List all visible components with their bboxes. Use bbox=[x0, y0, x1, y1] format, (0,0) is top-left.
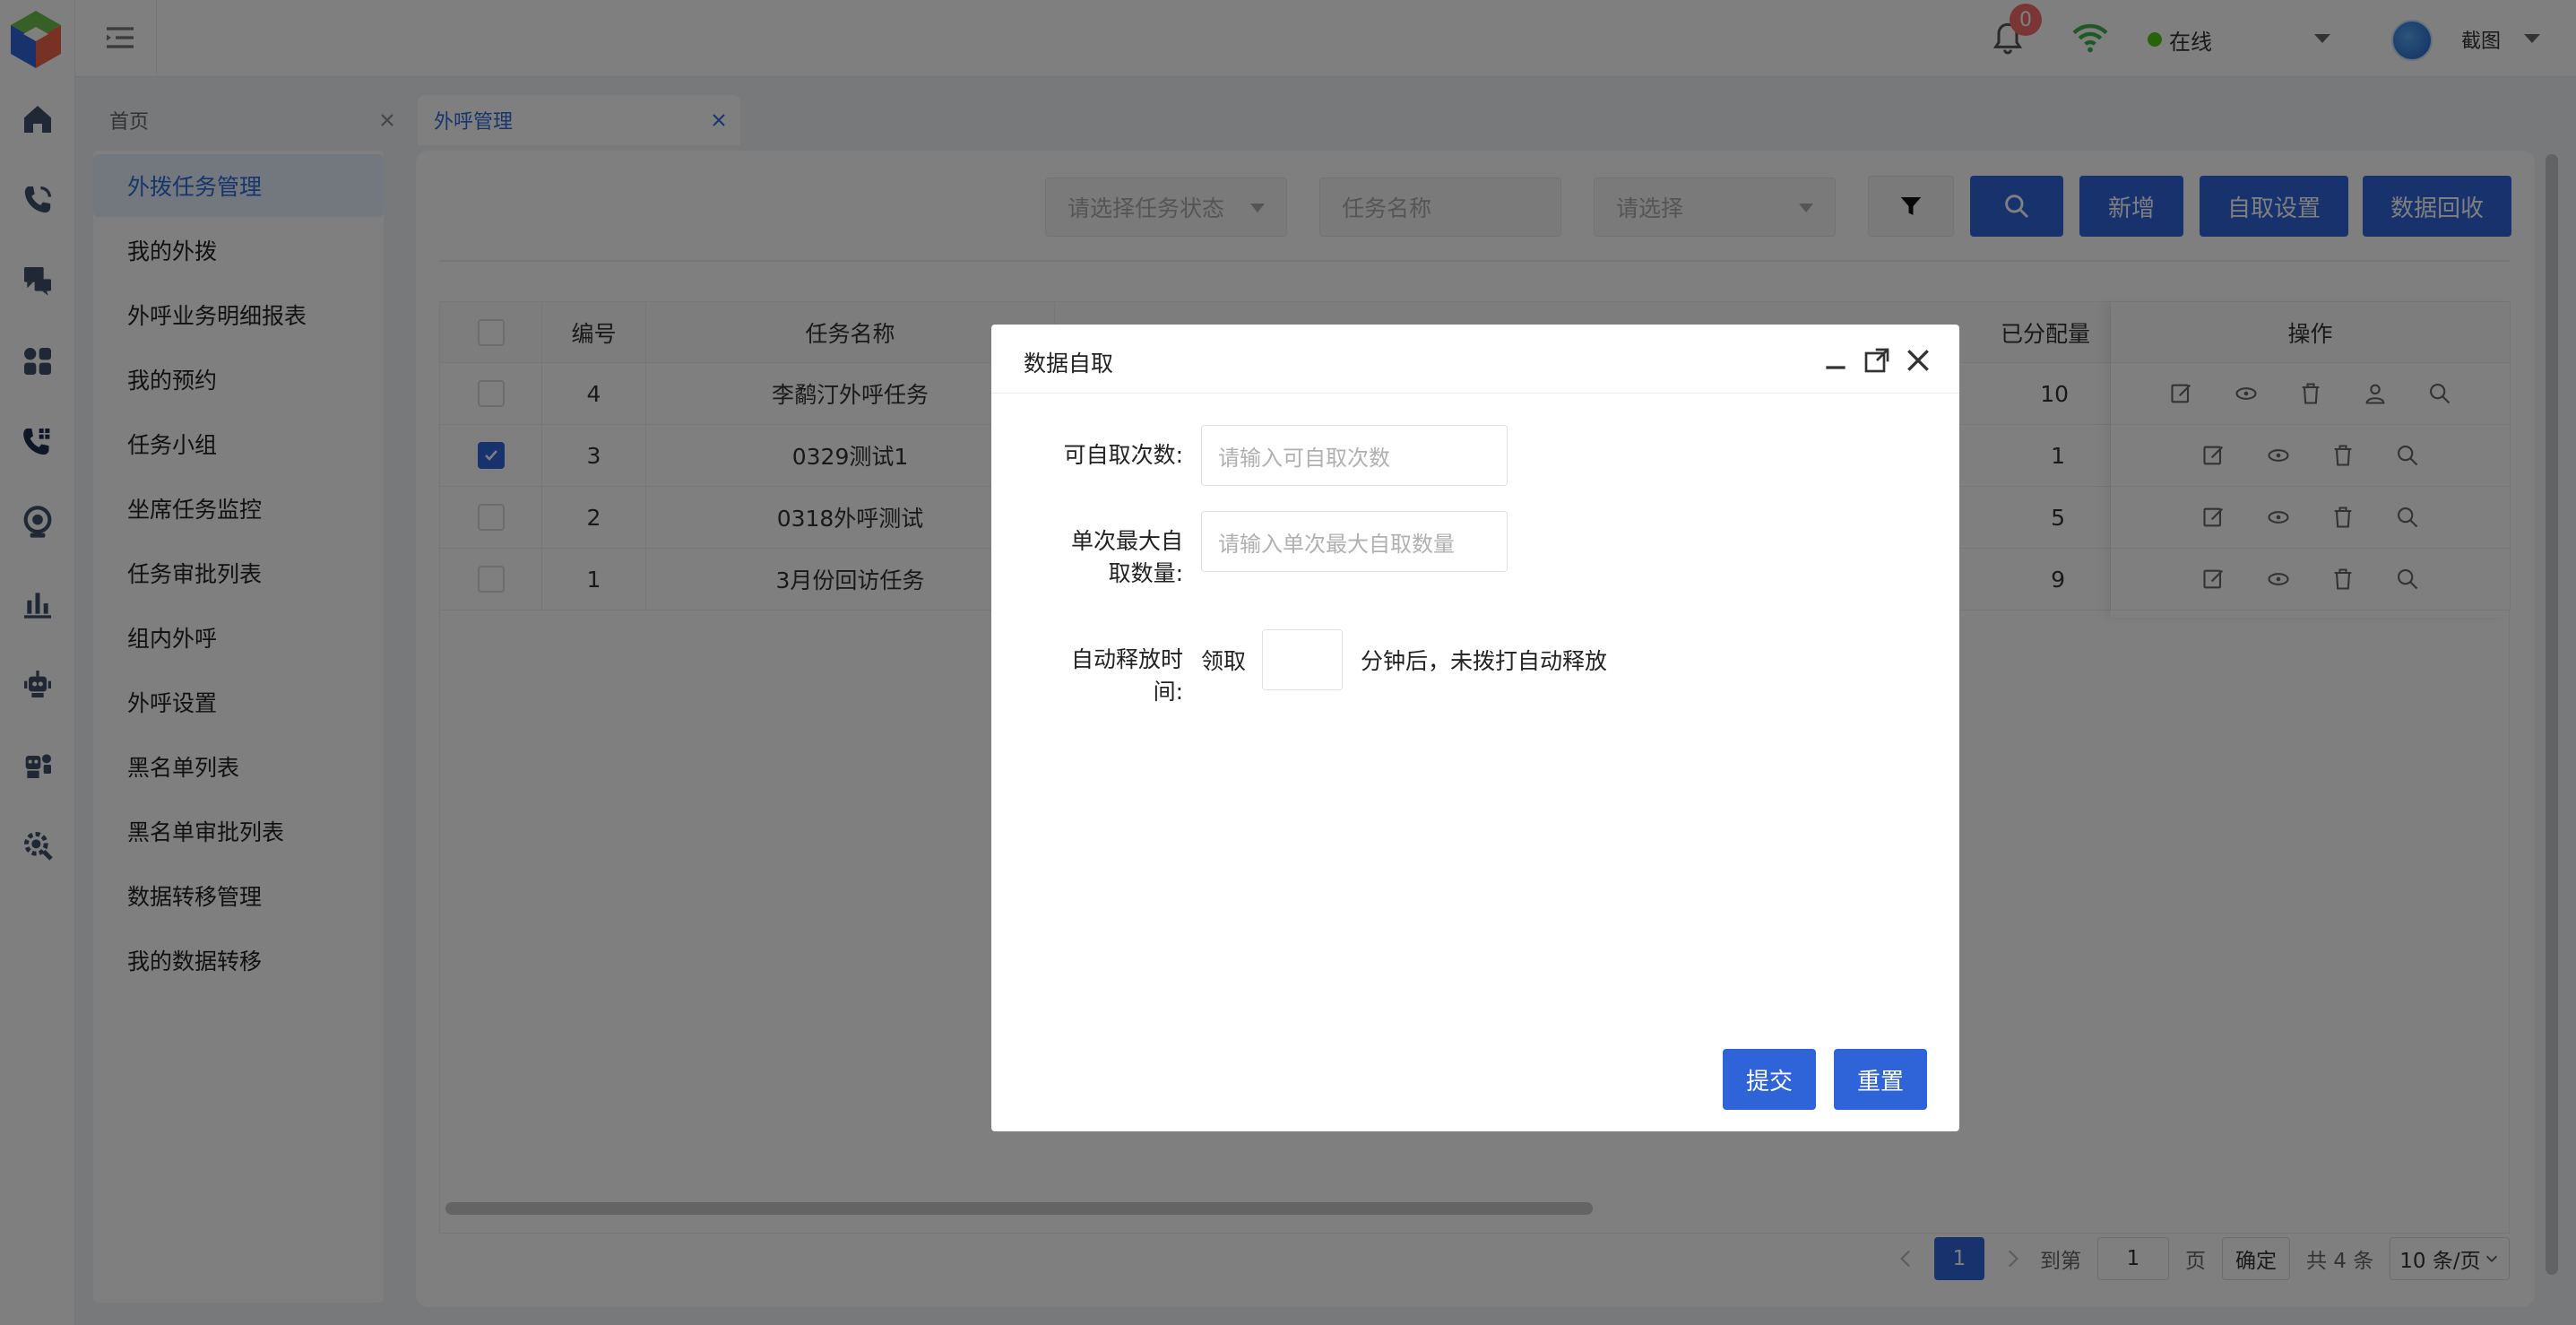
release-prefix: 领取 bbox=[1201, 648, 1247, 674]
dialog-title: 数据自取 bbox=[1024, 351, 1114, 377]
dialog-header-divider bbox=[991, 393, 1959, 394]
auto-release-label-line1: 自动释放时 bbox=[1070, 646, 1183, 672]
minimize-icon[interactable] bbox=[1821, 346, 1850, 375]
submit-button[interactable]: 提交 bbox=[1723, 1049, 1816, 1110]
maximize-icon[interactable] bbox=[1863, 346, 1891, 375]
max-fetch-label-line1: 单次最大自 bbox=[1070, 528, 1183, 554]
max-fetch-input[interactable]: 请输入单次最大自取数量 bbox=[1201, 511, 1508, 572]
release-suffix: 分钟后，未拨打自动释放 bbox=[1361, 648, 1608, 674]
max-fetch-label-line2: 取数量: bbox=[1108, 560, 1183, 586]
max-fetch-label: 单次最大自 取数量: bbox=[1027, 525, 1183, 590]
close-icon[interactable] bbox=[1904, 346, 1932, 375]
auto-release-label: 自动释放时 间: bbox=[1027, 644, 1183, 708]
reset-button[interactable]: 重置 bbox=[1834, 1049, 1927, 1110]
auto-release-label-line2: 间: bbox=[1153, 679, 1183, 705]
release-minutes-input[interactable] bbox=[1262, 629, 1343, 690]
data-fetch-dialog: 数据自取 可自取次数: 请输入可自取次数 单次最大自 取数量: 请输入单次最大自… bbox=[991, 325, 1959, 1131]
fetch-times-label: 可自取次数: bbox=[1063, 442, 1183, 468]
fetch-times-input[interactable]: 请输入可自取次数 bbox=[1201, 425, 1508, 486]
